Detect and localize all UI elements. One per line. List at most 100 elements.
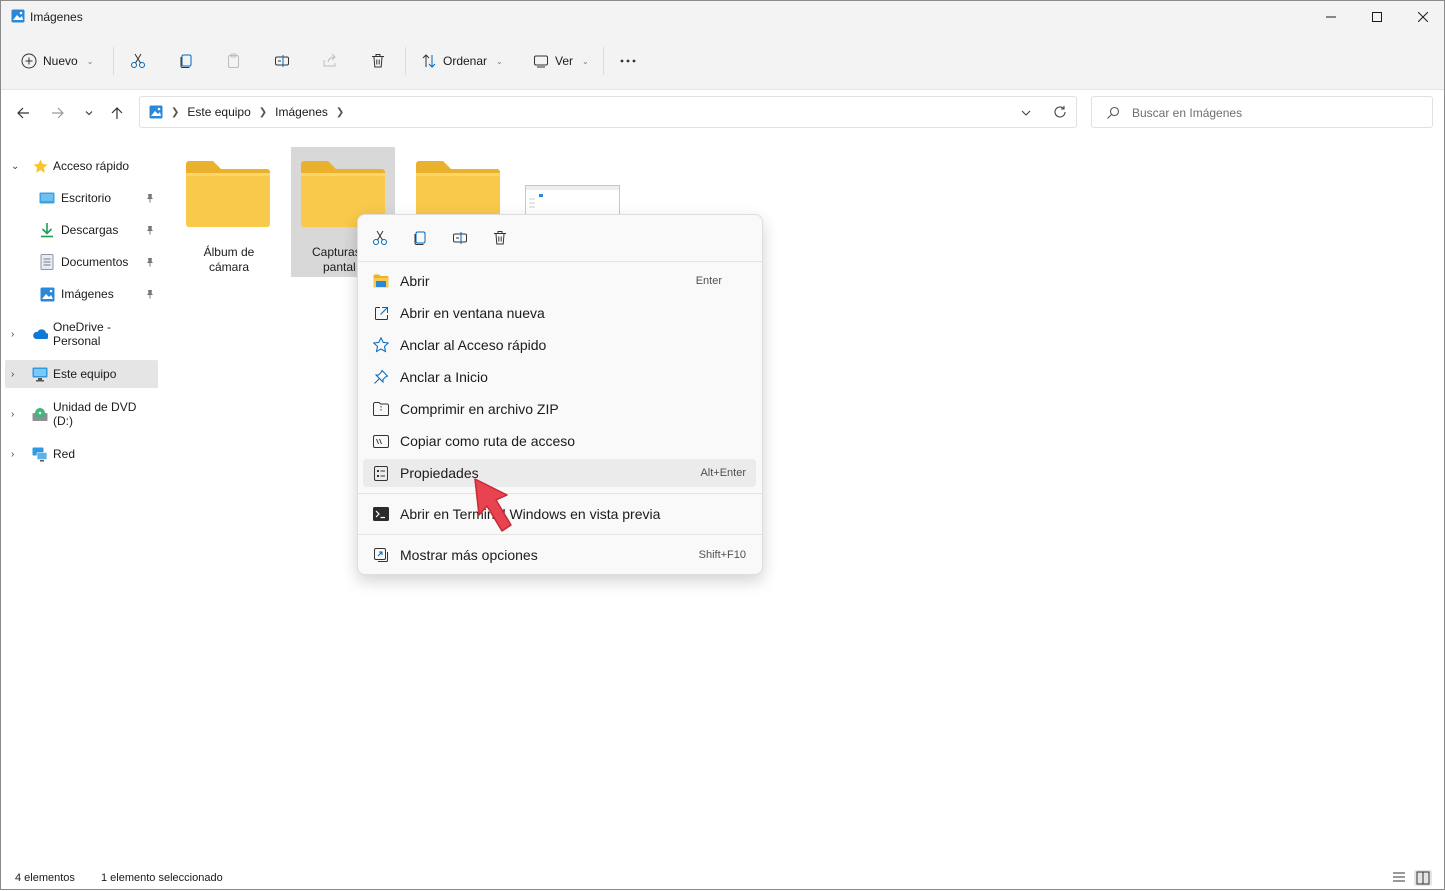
close-button[interactable] xyxy=(1400,1,1445,33)
document-icon xyxy=(39,254,55,270)
breadcrumb-item-imagenes[interactable]: Imágenes xyxy=(275,105,328,119)
context-cut-button[interactable] xyxy=(369,227,391,249)
chevron-down-icon: ⌄ xyxy=(582,56,589,66)
sidebar-item-label: Escritorio xyxy=(61,191,112,205)
sidebar-item-red[interactable]: › Red xyxy=(5,440,158,468)
sidebar-item-descargas[interactable]: Descargas xyxy=(5,216,158,244)
paste-button[interactable] xyxy=(226,45,242,77)
sidebar-item-acceso-rapido[interactable]: ⌄ Acceso rápido xyxy=(5,152,158,180)
more-options-icon xyxy=(373,547,389,563)
sidebar-item-escritorio[interactable]: Escritorio xyxy=(5,184,158,212)
menu-divider xyxy=(358,534,762,535)
maximize-button[interactable] xyxy=(1354,1,1400,33)
pin-icon[interactable] xyxy=(145,257,155,267)
context-delete-button[interactable] xyxy=(489,227,511,249)
arrow-up-icon xyxy=(111,107,123,119)
menu-item-mostrar-mas-opciones[interactable]: Mostrar más opciones Shift+F10 xyxy=(363,541,756,569)
pin-icon xyxy=(373,369,389,385)
sort-button[interactable]: Ordenar ⌄ xyxy=(421,45,503,77)
refresh-button[interactable] xyxy=(1053,105,1069,121)
trash-icon xyxy=(372,54,384,68)
folder-label: Álbum de cámara xyxy=(203,245,255,274)
rename-icon xyxy=(453,232,467,244)
selection-count: 1 elemento seleccionado xyxy=(101,872,223,884)
view-icon xyxy=(534,55,548,68)
breadcrumb-item-este-equipo[interactable]: Este equipo xyxy=(187,105,250,119)
sidebar-item-este-equipo[interactable]: › Este equipo xyxy=(5,360,158,388)
up-button[interactable] xyxy=(106,102,128,124)
chevron-down-icon: ⌄ xyxy=(86,56,94,66)
chevron-right-icon: ❯ xyxy=(171,106,180,118)
share-icon xyxy=(323,53,336,67)
trash-icon xyxy=(494,231,506,245)
menu-item-anclar-inicio[interactable]: Anclar a Inicio xyxy=(363,363,756,391)
status-bar: 4 elementos 1 elemento seleccionado xyxy=(1,867,1444,891)
chevron-down-icon: ⌄ xyxy=(496,56,503,66)
chevron-right-icon[interactable]: › xyxy=(11,409,21,420)
window-title: Imágenes xyxy=(30,10,83,24)
toolbar-divider xyxy=(603,47,604,75)
menu-item-abrir-terminal[interactable]: Abrir en Terminal Windows en vista previ… xyxy=(363,500,756,528)
arrow-right-icon xyxy=(52,107,64,119)
file-explorer-window: Imágenes Nuevo ⌄ Ordenar ⌄ Ver ⌄ ❯ Este … xyxy=(0,0,1445,890)
new-button[interactable]: Nuevo ⌄ xyxy=(21,45,93,77)
title-bar: Imágenes xyxy=(1,1,1444,33)
tiles-view-button[interactable] xyxy=(1414,870,1432,886)
forward-button[interactable] xyxy=(47,102,69,124)
details-view-icon xyxy=(1393,872,1405,882)
scissors-icon xyxy=(373,230,387,245)
delete-button[interactable] xyxy=(370,45,386,77)
minimize-button[interactable] xyxy=(1308,1,1354,33)
more-options-button[interactable] xyxy=(619,45,637,77)
refresh-icon xyxy=(1054,106,1066,118)
sidebar-item-label: Unidad de DVD (D:) xyxy=(53,400,137,428)
sidebar-item-documentos[interactable]: Documentos xyxy=(5,248,158,276)
sidebar-item-label: OneDrive - Personal xyxy=(53,320,112,348)
menu-item-propiedades[interactable]: Propiedades Alt+Enter xyxy=(363,459,756,487)
menu-item-comprimir-zip[interactable]: Comprimir en archivo ZIP xyxy=(363,395,756,423)
menu-item-abrir-ventana-nueva[interactable]: Abrir en ventana nueva xyxy=(363,299,756,327)
sidebar-item-dvd[interactable]: › Unidad de DVD (D:) xyxy=(5,400,158,428)
view-button[interactable]: Ver ⌄ xyxy=(533,45,589,77)
address-bar[interactable]: ❯ Este equipo ❯ Imágenes ❯ xyxy=(139,96,1077,128)
recent-locations-button[interactable] xyxy=(78,102,100,124)
menu-item-copiar-ruta[interactable]: Copiar como ruta de acceso xyxy=(363,427,756,455)
pin-icon[interactable] xyxy=(145,193,155,203)
chevron-right-icon[interactable]: › xyxy=(11,369,21,380)
back-button[interactable] xyxy=(12,102,34,124)
address-dropdown-button[interactable] xyxy=(1020,106,1034,120)
breadcrumb: ❯ Este equipo ❯ Imágenes ❯ xyxy=(149,97,352,127)
share-button[interactable] xyxy=(322,45,338,77)
menu-item-anclar-acceso-rapido[interactable]: Anclar al Acceso rápido xyxy=(363,331,756,359)
sidebar-item-imagenes[interactable]: Imágenes xyxy=(5,280,158,308)
menu-item-abrir[interactable]: Abrir Enter xyxy=(363,267,756,295)
tiles-view-icon xyxy=(1416,871,1430,885)
plus-circle-icon xyxy=(21,53,37,69)
chevron-right-icon[interactable]: ❯ xyxy=(336,107,344,118)
pictures-icon xyxy=(11,9,25,23)
toolbar-divider xyxy=(405,47,406,75)
sidebar-item-label: Red xyxy=(53,447,76,461)
copy-button[interactable] xyxy=(178,45,194,77)
sidebar-item-label: Imágenes xyxy=(61,287,114,301)
details-view-button[interactable] xyxy=(1392,870,1408,886)
arrow-left-icon xyxy=(17,107,29,119)
pin-icon[interactable] xyxy=(145,225,155,235)
context-rename-button[interactable] xyxy=(449,227,471,249)
search-icon xyxy=(1107,106,1120,119)
chevron-right-icon[interactable]: › xyxy=(11,449,21,460)
pin-icon[interactable] xyxy=(145,289,155,299)
search-box[interactable]: Buscar en Imágenes xyxy=(1091,96,1433,128)
chevron-right-icon[interactable]: › xyxy=(11,329,21,340)
chevron-down-icon[interactable]: ⌄ xyxy=(11,161,21,172)
rename-icon xyxy=(275,55,289,67)
cut-button[interactable] xyxy=(130,45,146,77)
star-outline-icon xyxy=(373,337,389,353)
new-button-label: Nuevo xyxy=(43,54,78,68)
pointer-arrow-icon xyxy=(474,478,512,532)
context-copy-button[interactable] xyxy=(409,227,431,249)
folder-tile-album-de-camara[interactable]: Álbum de cámara xyxy=(177,147,281,277)
copy-icon xyxy=(180,54,192,68)
sidebar-item-onedrive[interactable]: › OneDrive - Personal xyxy=(5,320,158,348)
rename-button[interactable] xyxy=(274,45,290,77)
